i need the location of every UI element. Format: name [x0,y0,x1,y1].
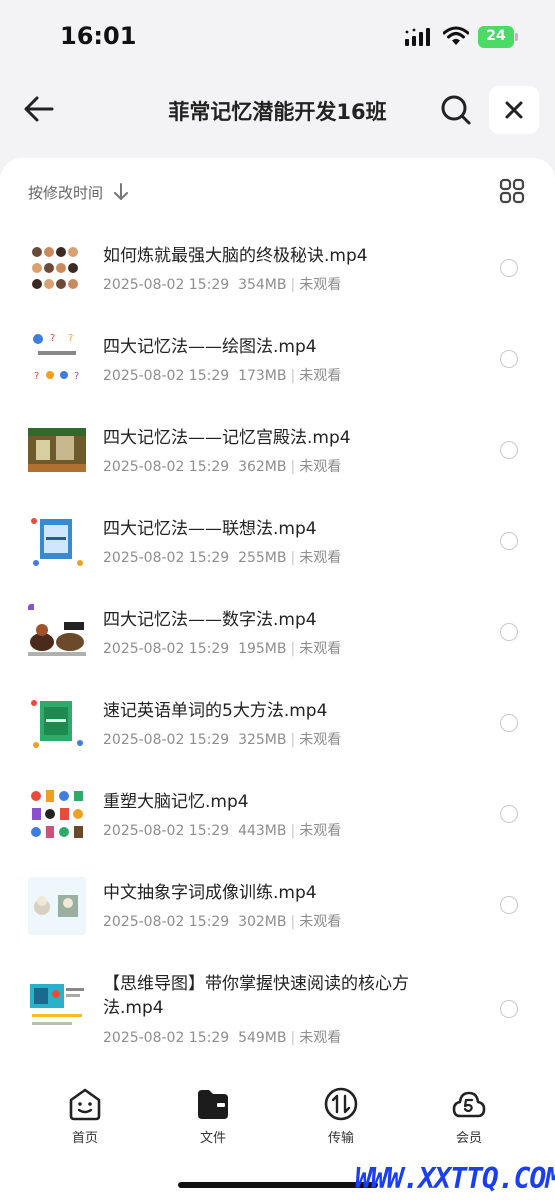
file-name: 四大记忆法——记忆宫殿法.mp4 [103,428,351,448]
select-radio[interactable] [500,441,518,459]
video-thumbnail [28,604,86,662]
close-icon [505,101,523,119]
grid-view-icon[interactable] [499,178,525,204]
file-list: 如何炼就最强大脑的终极秘诀.mp4 2025-08-02 15:29 354MB… [0,226,555,1064]
file-name: 如何炼就最强大脑的终极秘诀.mp4 [103,246,368,266]
file-row[interactable]: 四大记忆法——记忆宫殿法.mp4 2025-08-02 15:29 362MB |… [0,408,555,499]
select-radio[interactable] [500,532,518,550]
file-meta: 2025-08-02 15:29 362MB | 未观看 [103,459,342,475]
file-row[interactable]: 四大记忆法——数字法.mp4 2025-08-02 15:29 195MB | 未观… [0,590,555,681]
file-meta: 2025-08-02 15:29 195MB | 未观看 [103,641,342,657]
sort-label: 按修改时间 [28,183,104,202]
nav-transfer-label: 传输 [327,1131,354,1146]
select-radio[interactable] [500,805,518,823]
select-radio[interactable] [500,714,518,732]
folder-icon [198,1090,228,1119]
file-name: 四大记忆法——联想法.mp4 [103,519,317,539]
video-thumbnail [28,877,86,935]
file-row[interactable]: 中文抽象字词成像训练.mp4 2025-08-02 15:29 302MB | 未观… [0,863,555,954]
status-bar: 16:01 24 [0,0,555,72]
file-meta: 2025-08-02 15:29 302MB | 未观看 [103,914,342,930]
nav-files[interactable]: 文件 [173,1086,253,1146]
file-name: 中文抽象字词成像训练.mp4 [103,883,317,903]
battery-indicator: 24 [478,26,518,48]
back-arrow-icon[interactable] [22,92,56,126]
nav-transfer[interactable]: 传输 [301,1086,381,1146]
header: 菲常记忆潜能开发16班 [0,72,555,152]
cellular-signal-icon [405,28,430,46]
file-meta: 2025-08-02 15:29 354MB | 未观看 [103,277,342,293]
wifi-icon [443,26,469,45]
video-thumbnail [28,240,86,298]
sort-selector[interactable]: 按修改时间 [28,180,129,204]
page-title: 菲常记忆潜能开发16班 [168,100,387,124]
video-thumbnail [28,978,86,1036]
file-row[interactable]: ?? ?? 四大记忆法——绘图法.mp4 2025-08-02 15:29 17… [0,317,555,408]
file-name: 四大记忆法——数字法.mp4 [103,610,317,630]
file-meta: 2025-08-02 15:29 255MB | 未观看 [103,550,342,566]
video-thumbnail [28,695,86,753]
file-meta: 2025-08-02 15:29 173MB | 未观看 [103,368,342,384]
nav-home[interactable]: 首页 [45,1086,125,1146]
file-name: 重塑大脑记忆.mp4 [103,792,249,812]
cloud-vip-icon [452,1091,486,1118]
file-row[interactable]: 四大记忆法——联想法.mp4 2025-08-02 15:29 255MB | 未观… [0,499,555,590]
file-name: 【思维导图】带你掌握快速阅读的核心方法.mp4 [103,974,409,1018]
file-row[interactable]: 重塑大脑记忆.mp4 2025-08-02 15:29 443MB | 未观看 [0,772,555,863]
file-meta: 2025-08-02 15:29 325MB | 未观看 [103,732,342,748]
svg-text:?: ? [50,333,55,344]
watermark-text: WWW.XXTTQ.COM [355,1162,555,1195]
file-row[interactable]: 【思维导图】带你掌握快速阅读的核心方法.mp4 2025-08-02 15:29… [0,954,555,1064]
select-radio[interactable] [500,1000,518,1018]
file-name: 速记英语单词的5大方法.mp4 [103,701,328,721]
file-meta: 2025-08-02 15:29 549MB | 未观看 [103,1030,342,1046]
video-thumbnail [28,422,86,480]
svg-text:?: ? [74,371,79,382]
status-time: 16:01 [60,22,137,50]
video-thumbnail: ?? ?? [28,331,86,389]
nav-home-label: 首页 [71,1131,98,1146]
nav-member[interactable]: 会员 [429,1086,509,1146]
nav-member-label: 会员 [455,1131,482,1146]
home-smile-icon [69,1088,101,1121]
select-radio[interactable] [500,350,518,368]
video-thumbnail [28,513,86,571]
file-panel: 按修改时间 如何炼就最强大脑的终极秘诀.mp4 2025-08-02 15:29… [0,158,555,1070]
close-button[interactable] [489,86,539,134]
video-thumbnail [28,786,86,844]
select-radio[interactable] [500,623,518,641]
bottom-nav: 首页 文件 传输 会员 WWW.XXTTQ.COM [0,1070,555,1200]
arrow-down-icon [114,183,129,200]
svg-text:?: ? [68,333,73,344]
file-row[interactable]: 如何炼就最强大脑的终极秘诀.mp4 2025-08-02 15:29 354MB… [0,226,555,317]
select-radio[interactable] [500,896,518,914]
svg-text:?: ? [34,371,39,382]
nav-files-label: 文件 [199,1131,226,1146]
file-name: 四大记忆法——绘图法.mp4 [103,337,317,357]
transfer-icon [324,1087,358,1121]
search-icon[interactable] [440,94,472,126]
file-meta: 2025-08-02 15:29 443MB | 未观看 [103,823,342,839]
battery-level: 24 [486,28,506,44]
home-indicator [178,1182,378,1188]
select-radio[interactable] [500,259,518,277]
file-row[interactable]: 速记英语单词的5大方法.mp4 2025-08-02 15:29 325MB | 未… [0,681,555,772]
